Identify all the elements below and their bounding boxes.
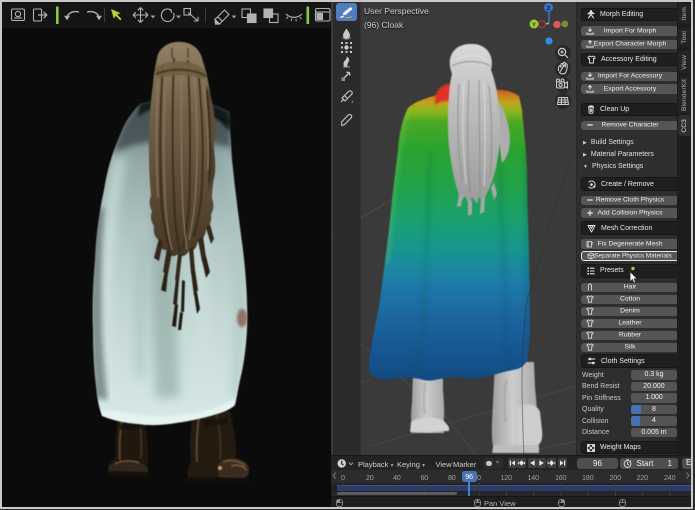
svg-text:Y: Y <box>532 22 536 28</box>
